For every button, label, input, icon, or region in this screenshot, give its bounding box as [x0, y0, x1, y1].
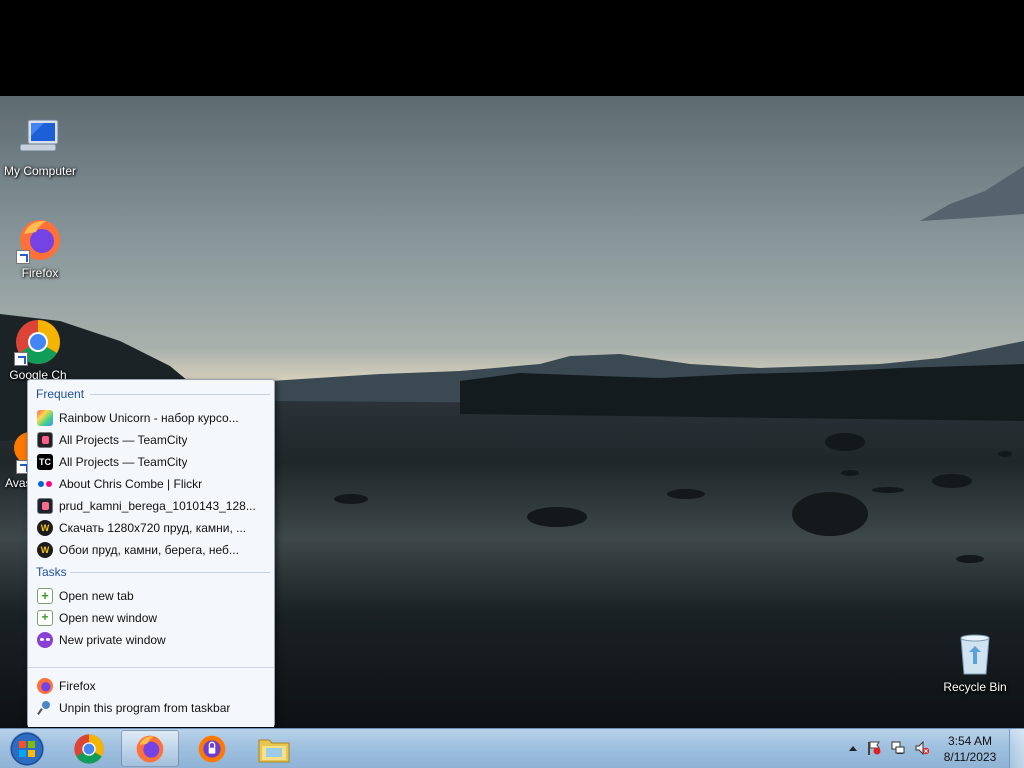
action-center-flag-icon[interactable] — [867, 741, 881, 755]
recycle-bin-label: Recycle Bin — [943, 680, 1007, 694]
open-firefox-item[interactable]: Firefox — [34, 675, 266, 697]
taskbar-file-explorer-button[interactable] — [245, 730, 303, 767]
clock-date: 8/11/2023 — [943, 750, 997, 764]
frequent-item[interactable]: Rainbow Unicorn - набор курсо... — [34, 407, 266, 429]
firefox-icon — [136, 735, 164, 762]
google-chrome-desktop-shortcut[interactable]: Google Ch — [0, 318, 78, 382]
frequent-item[interactable]: TC All Projects — TeamCity — [34, 451, 266, 473]
top-black-bar — [0, 0, 1024, 96]
chevron-up-icon — [849, 746, 857, 751]
taskbar-chrome-button[interactable] — [60, 730, 118, 767]
rainbow-unicorn-icon — [37, 410, 53, 426]
avast-browser-icon — [198, 735, 226, 762]
teamcity-tc-icon: TC — [37, 454, 53, 470]
wallpaper-site-icon: W — [37, 542, 53, 558]
shortcut-arrow-icon — [16, 250, 30, 264]
folder-icon — [258, 739, 290, 762]
recycle-bin-shortcut[interactable]: Recycle Bin — [935, 630, 1015, 694]
taskbar-avast-browser-button[interactable] — [183, 730, 241, 767]
firefox-icon — [16, 216, 64, 264]
taskbar: 3:54 AM 8/11/2023 — [0, 728, 1024, 768]
unpin-from-taskbar-item[interactable]: Unpin this program from taskbar — [34, 697, 266, 719]
windows-orb-icon — [9, 731, 45, 766]
chrome-icon — [74, 733, 104, 764]
network-icon[interactable] — [891, 741, 905, 755]
image-file-icon — [37, 498, 53, 514]
wallpaper-site-icon: W — [37, 520, 53, 536]
show-desktop-button[interactable] — [1009, 729, 1024, 768]
flickr-icon — [37, 476, 53, 492]
unpin-icon — [37, 700, 53, 716]
shortcut-arrow-icon — [14, 352, 28, 366]
task-open-new-window[interactable]: + Open new window — [34, 607, 266, 629]
firefox-desktop-shortcut[interactable]: Firefox — [0, 216, 80, 280]
volume-muted-icon[interactable] — [915, 740, 930, 756]
my-computer-label: My Computer — [3, 164, 77, 178]
task-open-new-tab[interactable]: + Open new tab — [34, 585, 266, 607]
taskbar-firefox-button[interactable] — [121, 730, 179, 767]
system-clock[interactable]: 3:54 AM 8/11/2023 — [940, 733, 1000, 765]
private-window-icon — [37, 632, 53, 648]
frequent-item[interactable]: About Chris Combe | Flickr — [34, 473, 266, 495]
frequent-item[interactable]: All Projects — TeamCity — [34, 429, 266, 451]
clock-time: 3:54 AM — [947, 734, 993, 748]
frequent-item[interactable]: prud_kamni_berega_1010143_128... — [34, 495, 266, 517]
frequent-item[interactable]: W Обои пруд, камни, берега, неб... — [34, 539, 266, 561]
tasks-heading: Tasks — [36, 565, 270, 579]
frequent-item[interactable]: W Скачать 1280x720 пруд, камни, ... — [34, 517, 266, 539]
new-tab-icon: + — [37, 588, 53, 604]
firefox-desktop-label: Firefox — [21, 266, 59, 280]
recycle-bin-icon — [951, 630, 999, 678]
firefox-icon — [37, 678, 53, 694]
task-new-private-window[interactable]: New private window — [34, 629, 266, 651]
start-button[interactable] — [0, 730, 54, 767]
firefox-jump-list: Frequent Rainbow Unicorn - набор курсо..… — [27, 379, 275, 727]
frequent-heading: Frequent — [36, 387, 270, 401]
jump-list-footer: Firefox Unpin this program from taskbar — [28, 667, 274, 727]
new-window-icon: + — [37, 610, 53, 626]
chrome-icon — [14, 318, 62, 366]
show-hidden-icons-button[interactable] — [846, 743, 860, 757]
computer-icon — [16, 114, 64, 162]
teamcity-icon — [37, 432, 53, 448]
my-computer-shortcut[interactable]: My Computer — [0, 114, 80, 178]
